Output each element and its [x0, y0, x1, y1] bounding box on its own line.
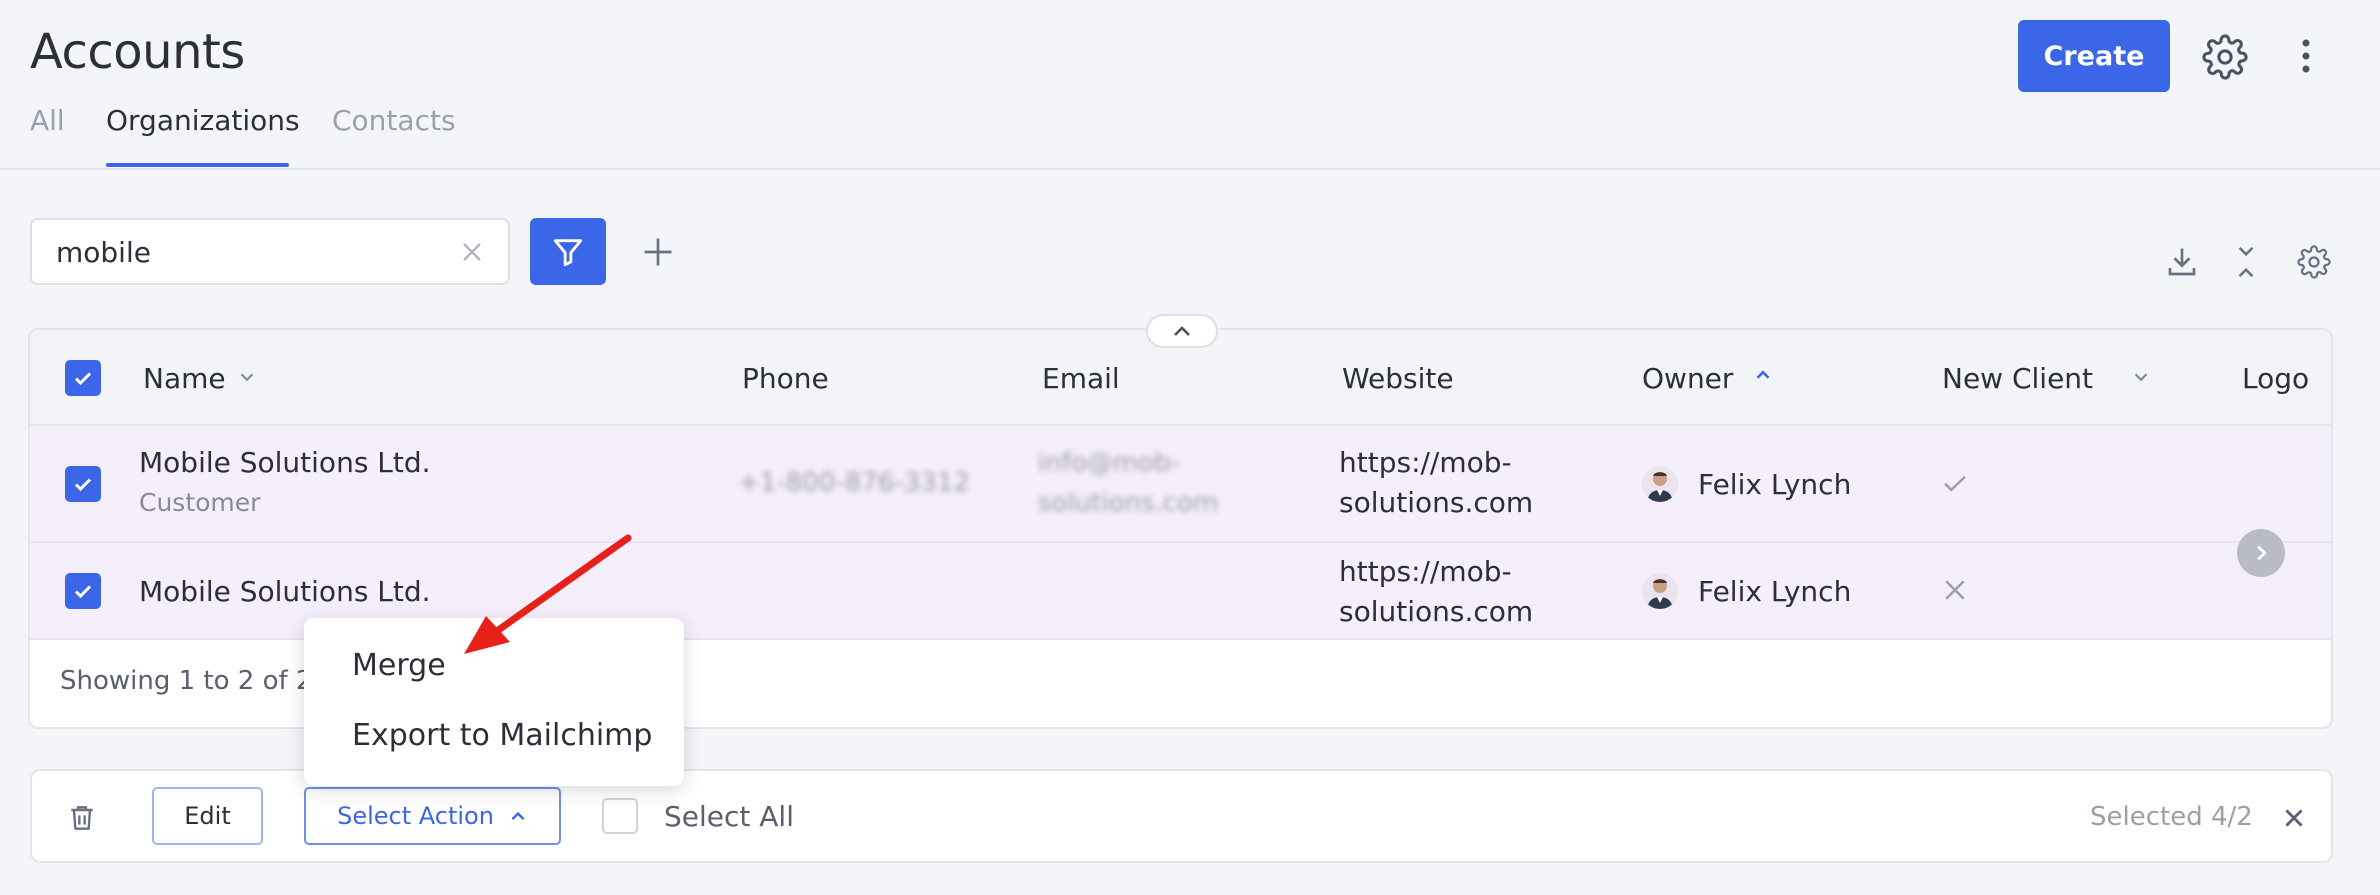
account-email-line2: solutions.com [1038, 488, 1219, 518]
search-box [30, 218, 510, 285]
tab-contacts[interactable]: Contacts [332, 104, 456, 137]
website-link-line2[interactable]: solutions.com [1339, 595, 1533, 628]
page-title: Accounts [30, 24, 245, 80]
annotation-arrow-icon [464, 534, 632, 654]
column-header-logo[interactable]: Logo [2242, 362, 2309, 395]
settings-gear-icon[interactable] [2200, 32, 2250, 82]
tab-organizations[interactable]: Organizations [106, 104, 300, 137]
select-action-label: Select Action [337, 802, 494, 830]
website-link-line1[interactable]: https://mob- [1339, 446, 1512, 479]
column-header-phone[interactable]: Phone [742, 362, 829, 395]
owner-name[interactable]: Felix Lynch [1698, 575, 1851, 608]
account-phone: +1-800-876-3312 [738, 468, 970, 498]
chevron-up-icon [1174, 326, 1190, 336]
add-filter-icon[interactable] [636, 230, 680, 274]
pagination-summary: Showing 1 to 2 of 2 [60, 666, 313, 696]
collapse-rows-icon[interactable] [2226, 240, 2266, 284]
clear-search-icon[interactable] [456, 236, 488, 268]
menu-item-merge[interactable]: Merge [352, 648, 446, 683]
row-checkbox[interactable] [65, 466, 101, 502]
select-all-label[interactable]: Select All [664, 800, 794, 833]
select-all-rows-checkbox[interactable] [65, 360, 101, 396]
search-input[interactable] [56, 232, 456, 272]
sort-ascending-icon[interactable] [1752, 364, 1774, 390]
owner-name[interactable]: Felix Lynch [1698, 468, 1851, 501]
selection-count: Selected 4/2 [2090, 802, 2253, 832]
delete-trash-icon[interactable] [62, 798, 102, 838]
owner-avatar [1642, 466, 1678, 502]
tab-all[interactable]: All [30, 104, 65, 137]
menu-item-export-mailchimp[interactable]: Export to Mailchimp [352, 718, 652, 753]
row-checkbox[interactable] [65, 573, 101, 609]
column-header-owner[interactable]: Owner [1642, 362, 1733, 395]
account-type: Customer [139, 488, 261, 517]
chevron-down-icon[interactable] [2130, 366, 2152, 392]
filter-button[interactable] [530, 218, 606, 285]
owner-avatar [1642, 573, 1678, 609]
table-row[interactable]: Mobile Solutions Ltd. Customer +1-800-87… [30, 426, 2331, 543]
close-selection-icon[interactable] [2274, 798, 2314, 838]
column-header-name[interactable]: Name [143, 362, 226, 395]
chevron-right-icon [2257, 545, 2267, 561]
edit-button[interactable]: Edit [152, 787, 263, 845]
active-tab-indicator [106, 163, 289, 167]
account-email-line1: info@mob- [1038, 448, 1180, 478]
close-icon [1940, 575, 1970, 609]
account-name[interactable]: Mobile Solutions Ltd. [139, 446, 431, 479]
account-name[interactable]: Mobile Solutions Ltd. [139, 575, 431, 608]
chevron-down-icon[interactable] [236, 366, 258, 392]
chevron-up-icon [511, 811, 525, 821]
filter-icon [553, 238, 583, 266]
website-link-line1[interactable]: https://mob- [1339, 555, 1512, 588]
website-link-line2[interactable]: solutions.com [1339, 486, 1533, 519]
scroll-right-button[interactable] [2237, 529, 2285, 577]
create-button[interactable]: Create [2018, 20, 2170, 92]
more-options-icon[interactable] [2290, 34, 2322, 78]
column-header-website[interactable]: Website [1342, 362, 1454, 395]
check-icon [1940, 468, 1970, 502]
column-header-new-client[interactable]: New Client [1942, 362, 2093, 395]
download-icon[interactable] [2160, 240, 2204, 284]
select-all-checkbox[interactable] [602, 798, 638, 834]
table-settings-icon[interactable] [2292, 240, 2336, 284]
select-action-dropdown[interactable]: Select Action [304, 787, 561, 845]
collapse-filters-button[interactable] [1146, 314, 1218, 348]
header-divider [0, 168, 2380, 170]
column-header-email[interactable]: Email [1042, 362, 1120, 395]
